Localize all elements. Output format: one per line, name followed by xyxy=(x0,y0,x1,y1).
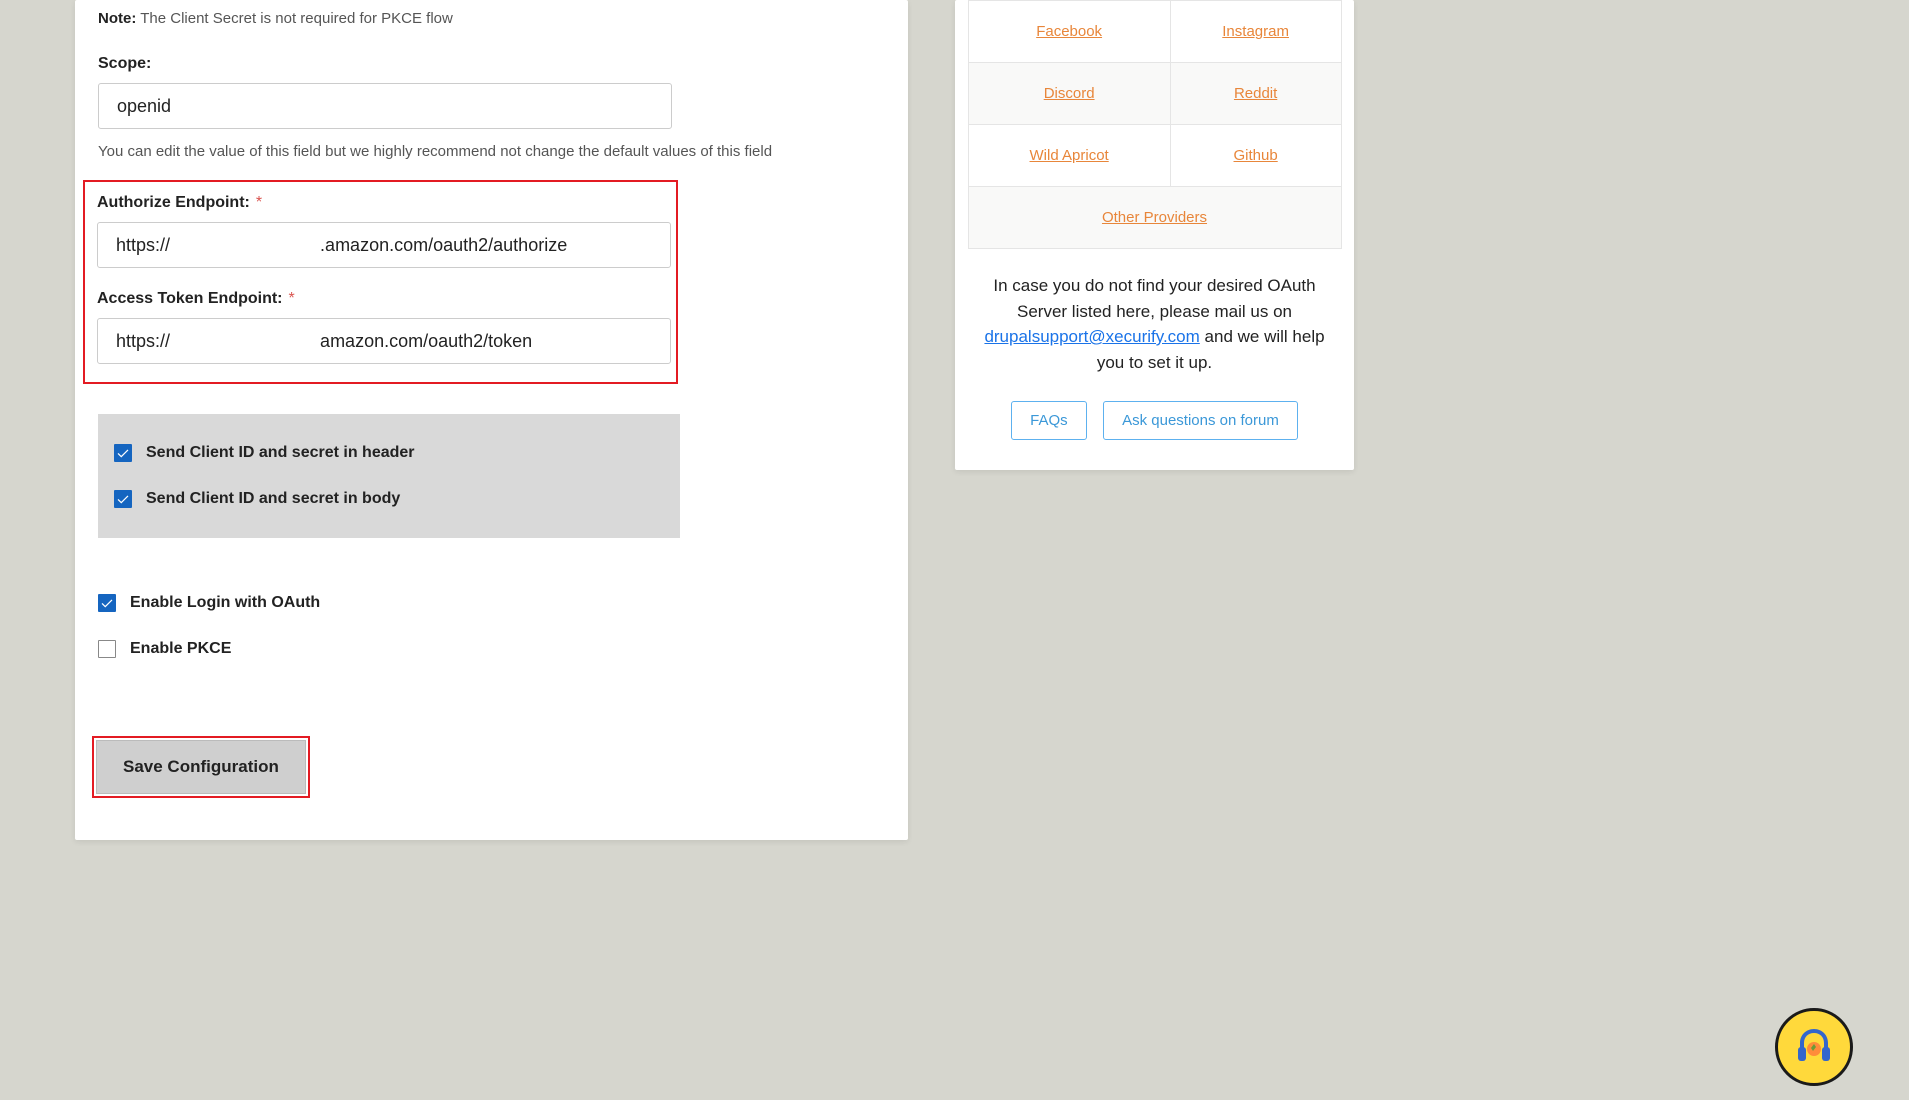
pkce-note: Note: The Client Secret is not required … xyxy=(98,10,885,27)
provider-link-instagram[interactable]: Instagram xyxy=(1222,23,1289,40)
scope-label: Scope: xyxy=(98,55,885,73)
send-in-body-label: Send Client ID and secret in body xyxy=(146,490,400,508)
faqs-button[interactable]: FAQs xyxy=(1011,401,1087,440)
headset-icon xyxy=(1790,1023,1838,1071)
support-email-link[interactable]: drupalsupport@xecurify.com xyxy=(984,327,1199,346)
providers-table: Facebook Instagram Discord Reddit Wild A… xyxy=(968,0,1342,249)
check-icon xyxy=(116,446,130,460)
access-token-endpoint-label: Access Token Endpoint:* xyxy=(97,290,664,308)
enable-oauth-label: Enable Login with OAuth xyxy=(130,594,320,612)
send-in-body-checkbox[interactable] xyxy=(114,490,132,508)
redacted-mask xyxy=(174,226,319,264)
support-chat-button[interactable] xyxy=(1775,1008,1853,1086)
provider-link-reddit[interactable]: Reddit xyxy=(1234,85,1277,102)
forum-button[interactable]: Ask questions on forum xyxy=(1103,401,1298,440)
enable-pkce-label: Enable PKCE xyxy=(130,640,231,658)
provider-link-facebook[interactable]: Facebook xyxy=(1036,23,1102,40)
redacted-mask xyxy=(174,322,319,360)
providers-sidebar: Facebook Instagram Discord Reddit Wild A… xyxy=(955,0,1354,470)
credential-location-group: Send Client ID and secret in header Send… xyxy=(98,414,680,538)
provider-link-discord[interactable]: Discord xyxy=(1044,85,1095,102)
provider-link-other[interactable]: Other Providers xyxy=(1102,209,1207,226)
save-configuration-button[interactable]: Save Configuration xyxy=(96,740,306,794)
send-in-header-label: Send Client ID and secret in header xyxy=(146,444,415,462)
check-icon xyxy=(116,492,130,506)
scope-hint: You can edit the value of this field but… xyxy=(98,143,885,160)
send-in-header-checkbox[interactable] xyxy=(114,444,132,462)
oauth-config-form: Note: The Client Secret is not required … xyxy=(75,0,908,840)
scope-input[interactable] xyxy=(98,83,672,129)
provider-link-wild-apricot[interactable]: Wild Apricot xyxy=(1030,147,1109,164)
endpoints-highlight: Authorize Endpoint:* Access Token Endpoi… xyxy=(83,180,678,384)
authorize-endpoint-label: Authorize Endpoint:* xyxy=(97,194,664,212)
provider-link-github[interactable]: Github xyxy=(1234,147,1278,164)
check-icon xyxy=(100,596,114,610)
save-highlight: Save Configuration xyxy=(92,736,310,798)
enable-pkce-checkbox[interactable] xyxy=(98,640,116,658)
support-message: In case you do not find your desired OAu… xyxy=(955,267,1354,375)
enable-oauth-checkbox[interactable] xyxy=(98,594,116,612)
